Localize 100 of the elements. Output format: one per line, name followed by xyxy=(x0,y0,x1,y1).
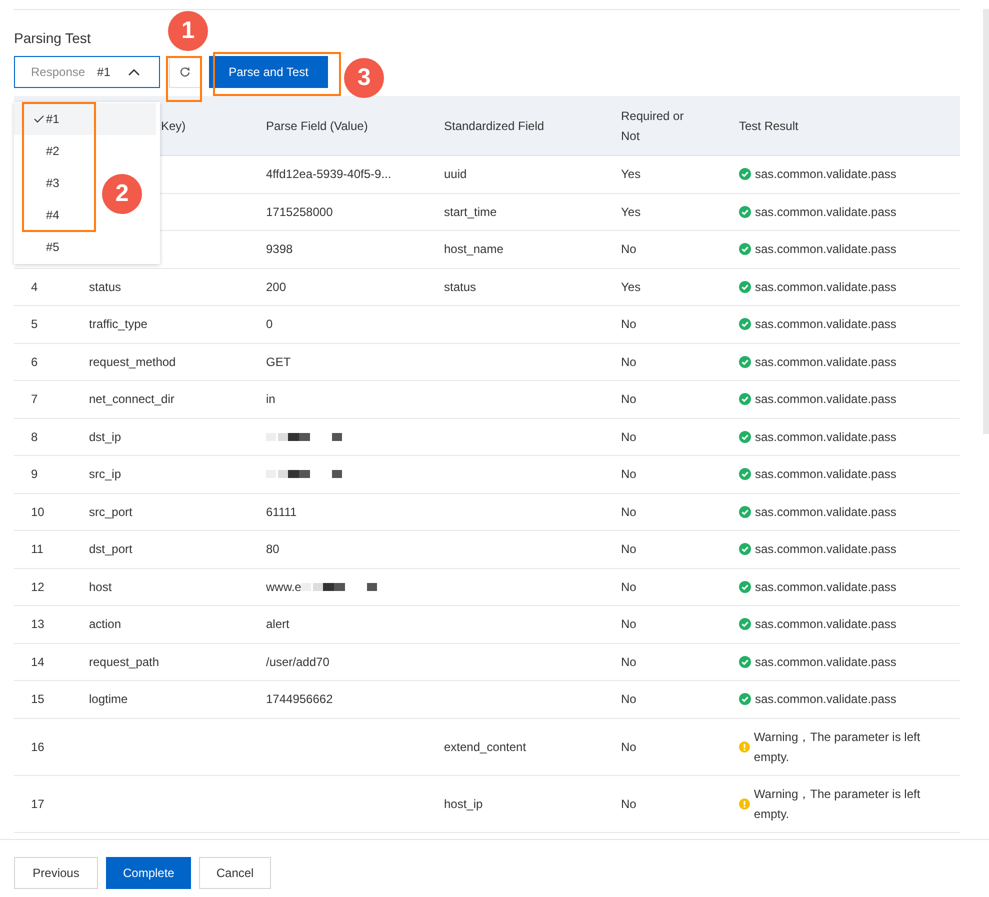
table-cell: No xyxy=(621,740,636,754)
table-cell: 80 xyxy=(266,542,280,556)
table-cell: 200 xyxy=(266,280,286,294)
callout-badge: 1 xyxy=(168,11,208,51)
row-number: 11 xyxy=(31,542,44,556)
result-text: sas.common.validate.pass xyxy=(755,654,896,671)
table-cell: Yes xyxy=(621,280,641,294)
row-number: 5 xyxy=(31,317,38,332)
row-number: 12 xyxy=(31,580,44,594)
table-cell: 9398 xyxy=(266,242,293,256)
table-cell: No xyxy=(621,317,636,332)
table-cell: No xyxy=(621,692,636,706)
row-number: 16 xyxy=(31,740,44,754)
row-number: 13 xyxy=(31,617,44,632)
table-cell: traffic_type xyxy=(89,317,148,332)
table-cell: host xyxy=(89,580,112,594)
table-cell: extend_content xyxy=(444,740,526,754)
check-circle-icon xyxy=(739,356,751,368)
check-icon xyxy=(34,115,44,123)
table-cell: request_path xyxy=(89,654,160,669)
row-number: 6 xyxy=(31,354,38,369)
table-cell: Yes xyxy=(621,204,641,219)
row-number: 8 xyxy=(31,430,38,444)
table-cell: host_ip xyxy=(444,796,483,810)
refresh-button[interactable] xyxy=(169,56,201,88)
table-cell: No xyxy=(621,796,636,810)
option-item[interactable]: #5 xyxy=(14,231,68,263)
row-number: 4 xyxy=(31,280,38,294)
option-item[interactable]: #2 xyxy=(14,135,68,167)
footer-button[interactable]: Cancel xyxy=(199,856,271,888)
row-number: 15 xyxy=(31,692,44,706)
column-header: Key) xyxy=(161,118,186,132)
refresh-icon xyxy=(180,67,190,77)
table-cell: start_time xyxy=(444,204,497,219)
table-cell: No xyxy=(621,430,636,444)
check-circle-icon xyxy=(739,656,751,668)
table-cell: No xyxy=(621,242,636,256)
table-cell: net_connect_dir xyxy=(89,392,174,406)
select-value: #1 xyxy=(97,65,110,79)
column-header: Required or Not xyxy=(621,108,684,142)
column-header: Test Result xyxy=(739,118,798,132)
table-cell: No xyxy=(621,580,636,594)
warning-icon xyxy=(739,740,750,752)
check-circle-icon xyxy=(739,693,751,706)
row-number: 10 xyxy=(31,504,44,519)
row-number: 9 xyxy=(31,467,38,482)
table-cell: dst_ip xyxy=(89,430,122,444)
footer-button[interactable]: Complete xyxy=(106,856,192,888)
footer-button[interactable]: Previous xyxy=(14,856,98,888)
row-number: 14 xyxy=(31,654,44,669)
table-cell: request_method xyxy=(89,354,176,369)
response-select[interactable]: Response #1 xyxy=(14,56,160,88)
highlight-frame xyxy=(166,56,202,102)
table-cell: uuid xyxy=(444,167,467,182)
result-text: sas.common.validate.pass xyxy=(755,278,896,296)
result-text: sas.common.validate.pass xyxy=(755,616,896,634)
section-title: Parsing Test xyxy=(14,29,91,47)
result-text: sas.common.validate.pass xyxy=(755,241,896,258)
check-circle-icon xyxy=(739,468,751,480)
table-cell: status xyxy=(89,280,122,294)
result-text: sas.common.validate.pass xyxy=(755,391,896,408)
table-cell: No xyxy=(621,354,636,369)
column-header: Standardized Field xyxy=(444,118,544,132)
check-circle-icon xyxy=(739,206,751,218)
check-circle-icon xyxy=(739,243,751,256)
result-text: sas.common.validate.pass xyxy=(755,428,896,446)
check-circle-icon xyxy=(739,280,751,293)
check-circle-icon xyxy=(739,543,751,556)
check-circle-icon xyxy=(739,430,751,443)
caret-icon xyxy=(128,68,140,76)
result-text: sas.common.validate.pass xyxy=(755,578,896,596)
result-text: Warning，The parameter is left empty. xyxy=(754,786,922,822)
table-cell: Yes xyxy=(621,167,641,182)
table-cell: 1715258000 xyxy=(266,204,333,219)
table-cell: /user/add70 xyxy=(266,654,330,669)
result-text: sas.common.validate.pass xyxy=(755,316,896,334)
table-cell: www.e xyxy=(266,580,302,594)
parse-and-test-button[interactable]: Parse and Test xyxy=(209,56,328,88)
option-item[interactable]: #1 xyxy=(14,103,156,135)
option-item[interactable]: #4 xyxy=(14,199,68,231)
row-number: 7 xyxy=(31,392,38,406)
table-cell: alert xyxy=(266,617,290,632)
warning-icon xyxy=(739,798,750,810)
option-item[interactable]: #3 xyxy=(14,167,68,199)
check-circle-icon xyxy=(739,393,751,406)
check-circle-icon xyxy=(739,318,751,330)
select-label: Response xyxy=(31,65,86,79)
table-cell: 1744956662 xyxy=(266,692,333,706)
result-text: sas.common.validate.pass xyxy=(755,466,896,484)
table-cell: 61111 xyxy=(266,504,297,519)
result-text: sas.common.validate.pass xyxy=(755,166,896,184)
table-cell: in xyxy=(266,392,276,406)
table-cell: dst_port xyxy=(89,542,132,556)
row-number: 17 xyxy=(31,796,44,810)
result-text: sas.common.validate.pass xyxy=(755,504,896,521)
table-cell: action xyxy=(89,617,122,632)
table-cell: No xyxy=(621,392,636,406)
table-cell: No xyxy=(621,654,636,669)
result-text: sas.common.validate.pass xyxy=(755,541,896,558)
table-cell: src_port xyxy=(89,504,132,519)
